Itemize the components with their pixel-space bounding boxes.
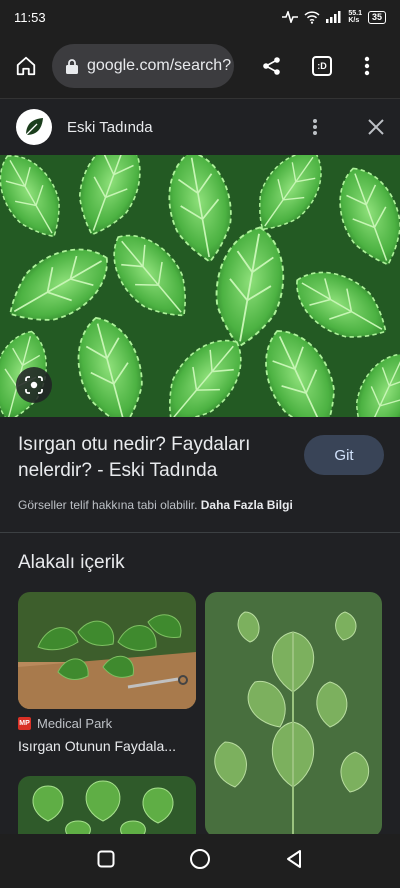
nettle-on-board-image <box>18 592 196 709</box>
browser-menu-button[interactable] <box>334 56 400 76</box>
share-button[interactable] <box>234 56 310 76</box>
related-card-image[interactable] <box>205 592 382 837</box>
close-panel-button[interactable] <box>330 119 384 135</box>
address-bar[interactable]: google.com/search? <box>52 44 234 88</box>
nettle-leaves-image <box>18 776 196 836</box>
back-triangle-icon <box>287 849 301 868</box>
wifi-icon <box>304 10 320 24</box>
tabs-count: :D <box>312 56 332 76</box>
go-button[interactable]: Git <box>304 435 384 475</box>
nettle-plant-image <box>205 592 382 837</box>
battery-icon: 35 <box>367 10 386 24</box>
more-info-link[interactable]: Daha Fazla Bilgi <box>201 498 293 512</box>
signal-icon <box>326 11 341 23</box>
home-button[interactable] <box>0 55 52 77</box>
status-icons: 55.1 K/s 35 <box>282 10 386 24</box>
more-vert-icon <box>313 119 317 135</box>
nettle-leaves-image <box>0 155 400 417</box>
site-name: Eski Tadında <box>67 118 153 136</box>
home-icon <box>16 56 36 76</box>
lens-button[interactable] <box>16 367 52 403</box>
leaf-logo-icon <box>25 118 43 136</box>
divider <box>0 532 400 533</box>
result-title-row: Isırgan otu nedir? Faydaları nelerdir? -… <box>18 432 384 484</box>
result-image[interactable] <box>0 155 400 417</box>
card-source-name: Medical Park <box>37 716 113 731</box>
lock-icon <box>66 58 78 74</box>
close-icon <box>368 119 384 135</box>
copyright-notice: Görseller telif hakkına tabi olabilir. D… <box>18 498 293 512</box>
card-source: MP Medical Park <box>18 716 112 731</box>
lens-icon <box>25 376 43 394</box>
activity-icon <box>282 11 299 23</box>
tabs-button[interactable]: :D <box>310 56 334 76</box>
network-speed: 55.1 K/s <box>348 10 362 24</box>
site-favicon <box>16 109 52 145</box>
related-card-image[interactable] <box>18 776 196 836</box>
recents-button[interactable] <box>97 850 115 873</box>
circle-icon <box>190 848 210 869</box>
related-heading: Alakalı içerik <box>18 552 125 573</box>
card-title[interactable]: Isırgan Otunun Faydala... <box>18 738 198 754</box>
home-nav-button[interactable] <box>189 848 211 875</box>
copyright-text: Görseller telif hakkına tabi olabilir. <box>18 498 198 512</box>
related-card-image[interactable] <box>18 592 196 709</box>
image-panel-header: Eski Tadında <box>0 98 400 155</box>
back-button[interactable] <box>285 849 303 874</box>
system-nav-bar <box>0 834 400 888</box>
square-icon <box>97 850 115 867</box>
share-icon <box>263 57 280 75</box>
status-bar: 11:53 55.1 K/s 35 <box>0 0 400 34</box>
panel-menu-button[interactable] <box>300 118 330 136</box>
browser-toolbar: google.com/search? :D <box>0 34 400 98</box>
medical-park-logo-icon: MP <box>18 717 31 730</box>
result-title[interactable]: Isırgan otu nedir? Faydaları nelerdir? -… <box>18 432 288 484</box>
more-vert-icon <box>364 56 370 76</box>
url-text: google.com/search? <box>87 57 232 74</box>
status-time: 11:53 <box>14 9 46 25</box>
